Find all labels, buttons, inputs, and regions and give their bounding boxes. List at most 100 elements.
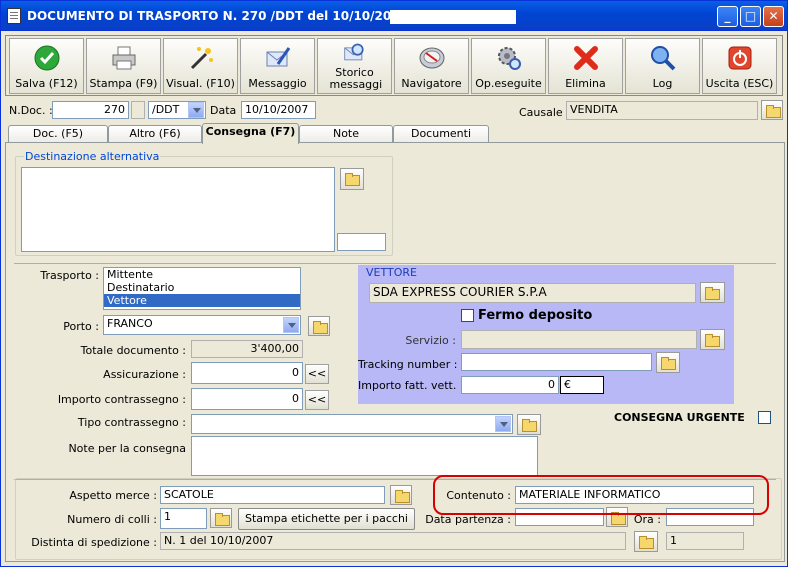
urgente-label: CONSEGNA URGENTE (614, 411, 745, 424)
tab-consegna[interactable]: Consegna (F7) (202, 123, 299, 144)
causale-folder-icon[interactable] (761, 100, 783, 120)
colli-folder-icon[interactable] (210, 508, 232, 528)
save-label: Salva (F12) (15, 77, 78, 90)
magic-wand-icon (190, 47, 213, 70)
envelope-search-icon (343, 43, 364, 61)
vettore-name[interactable]: SDA EXPRESS COURIER S.P.A (369, 283, 696, 303)
assicurazione-label: Assicurazione : (103, 368, 186, 381)
causale-input[interactable]: VENDITA (566, 101, 758, 120)
tab-doc[interactable]: Doc. (F5) (8, 125, 108, 143)
vettore-title: VETTORE (366, 266, 417, 279)
porto-value: FRANCO (107, 317, 153, 330)
trasporto-label: Trasporto : (40, 269, 99, 282)
contrassegno-label: Importo contrassegno : (57, 393, 186, 406)
causale-label: Causale : (519, 106, 570, 119)
preview-label: Visual. (F10) (166, 77, 235, 90)
envelope-pen-icon (266, 47, 290, 67)
tipo-contrassegno-dropdown-button[interactable] (495, 416, 511, 432)
minimize-button[interactable]: _ (717, 6, 738, 27)
contrassegno-copy-button[interactable]: << (305, 390, 329, 410)
porto-select[interactable]: FRANCO (103, 315, 301, 335)
colli-input[interactable]: 1 (160, 508, 207, 529)
porto-dropdown-button[interactable] (283, 317, 299, 333)
trasporto-list[interactable]: Mittente Destinatario Vettore (103, 267, 301, 310)
preview-button[interactable]: Visual. (F10) (163, 38, 238, 94)
tipo-contrassegno-select[interactable] (191, 414, 513, 434)
print-button[interactable]: Stampa (F9) (86, 38, 161, 94)
check-icon (34, 45, 59, 71)
message-history-button[interactable]: Storico messaggi (317, 38, 392, 94)
series-dropdown-button[interactable] (188, 102, 204, 118)
assicurazione-input[interactable]: 0 (191, 362, 303, 384)
aspetto-label: Aspetto merce : (69, 489, 157, 502)
tracking-label: Tracking number : (358, 358, 458, 371)
porto-folder-icon[interactable] (308, 316, 330, 336)
window: DOCUMENTO DI TRASPORTO N. 270 /DDT del 1… (0, 0, 788, 567)
window-title: DOCUMENTO DI TRASPORTO N. 270 /DDT del 1… (27, 9, 418, 23)
currency-input[interactable]: € (560, 376, 604, 394)
delete-label: Elimina (565, 77, 606, 90)
navigator-button[interactable]: Navigatore (394, 38, 469, 94)
exit-button[interactable]: Uscita (ESC) (702, 38, 777, 94)
totale-value: 3'400,00 (191, 340, 303, 358)
date-label: Data : (210, 104, 244, 117)
importo-fatt-label: Importo fatt. vett. : (358, 379, 464, 392)
importo-fatt-input[interactable]: 0 (461, 376, 559, 394)
destinazione-textarea[interactable] (21, 167, 335, 252)
tab-documenti[interactable]: Documenti (393, 125, 489, 143)
close-button[interactable]: ✕ (763, 6, 784, 27)
divider (14, 263, 776, 264)
destinazione-folder-icon[interactable] (340, 168, 364, 190)
trasporto-option-destinatario[interactable]: Destinatario (104, 281, 300, 294)
servizio-folder-icon[interactable] (700, 329, 725, 350)
print-label: Stampa (F9) (89, 77, 158, 90)
trasporto-option-vettore[interactable]: Vettore (104, 294, 300, 307)
vettore-folder-icon[interactable] (700, 282, 725, 303)
document-icon (7, 8, 21, 24)
servizio-input[interactable] (461, 330, 697, 349)
message-history-label: Storico messaggi (329, 66, 383, 91)
tipo-contrassegno-folder-icon[interactable] (517, 414, 541, 435)
destinazione-code-input[interactable] (337, 233, 386, 251)
trasporto-option-mittente[interactable]: Mittente (104, 268, 300, 281)
save-button[interactable]: Salva (F12) (9, 38, 84, 94)
tab-altro[interactable]: Altro (F6) (108, 125, 202, 143)
delete-button[interactable]: Elimina (548, 38, 623, 94)
aspetto-input[interactable]: SCATOLE (160, 486, 385, 504)
series-value: /DDT (152, 103, 180, 116)
assicurazione-copy-button[interactable]: << (305, 364, 329, 384)
distinta-label: Distinta di spedizione : (31, 536, 157, 549)
operations-button[interactable]: Op.eseguite (471, 38, 546, 94)
contrassegno-input[interactable]: 0 (191, 388, 303, 410)
tracking-folder-icon[interactable] (656, 352, 680, 373)
toolbar: Salva (F12) Stampa (F9) Visual. (F10) Me… (5, 35, 783, 96)
distinta-folder-icon[interactable] (634, 531, 658, 552)
red-x-icon (573, 46, 598, 70)
totale-label: Totale documento : (80, 344, 186, 357)
destinazione-title: Destinazione alternativa (24, 150, 161, 163)
compass-icon (419, 47, 444, 69)
message-button[interactable]: Messaggio (240, 38, 315, 94)
log-button[interactable]: Log (625, 38, 700, 94)
log-label: Log (652, 77, 673, 90)
operations-label: Op.eseguite (475, 77, 542, 90)
message-label: Messaggio (248, 77, 307, 90)
tab-note[interactable]: Note (299, 125, 393, 143)
maximize-button[interactable]: □ (740, 6, 761, 27)
tab-bar: Doc. (F5) Altro (F6) Consegna (F7) Note … (5, 123, 785, 144)
fermo-deposito-checkbox[interactable] (461, 309, 474, 322)
printer-icon (112, 46, 135, 70)
vettore-group: VETTORE SDA EXPRESS COURIER S.P.A Fermo … (358, 265, 734, 404)
porto-label: Porto : (63, 320, 99, 333)
navigator-label: Navigatore (401, 77, 462, 90)
distinta-number: 1 (666, 532, 744, 550)
urgente-checkbox[interactable] (758, 411, 771, 424)
ndoc-label: N.Doc. : (9, 104, 53, 117)
log-search-icon (650, 46, 675, 71)
tracking-input[interactable] (461, 353, 652, 371)
distinta-value: N. 1 del 10/10/2007 (160, 532, 626, 550)
ndoc-input[interactable]: 270 (52, 101, 129, 119)
title-bar: DOCUMENTO DI TRASPORTO N. 270 /DDT del 1… (1, 1, 787, 31)
date-input[interactable]: 10/10/2007 (241, 101, 316, 119)
note-consegna-textarea[interactable] (191, 436, 538, 476)
